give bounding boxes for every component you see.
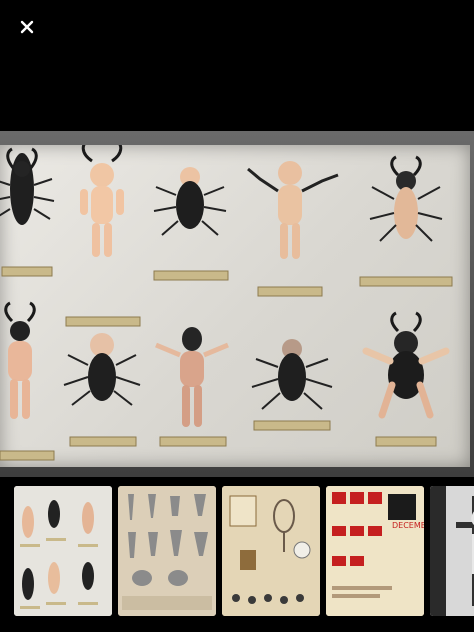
close-button[interactable] [14, 14, 40, 40]
thumbnail-crucifix[interactable] [430, 486, 474, 616]
thumbnail-art: DECEMB [326, 486, 424, 616]
specimen-board [0, 139, 470, 467]
thumbnail-december-calendar[interactable]: DECEMB [326, 486, 424, 616]
thumbnail-art [430, 486, 474, 616]
main-photo[interactable] [0, 131, 474, 477]
specimen-artwork [0, 139, 453, 461]
thumbnail-curiosities[interactable] [222, 486, 320, 616]
thumbnail-art [118, 486, 216, 616]
close-icon [20, 20, 34, 34]
thumbnail-teeth-chart[interactable] [118, 486, 216, 616]
thumbnail-art [222, 486, 320, 616]
thumbnail-art [14, 486, 112, 616]
svg-text:DECEMB: DECEMB [392, 521, 424, 530]
specimen-beetle-doll [0, 147, 55, 225]
thumbnail-specimen-dolls[interactable] [14, 486, 112, 616]
thumbnail-strip: DECEMB [0, 486, 474, 618]
